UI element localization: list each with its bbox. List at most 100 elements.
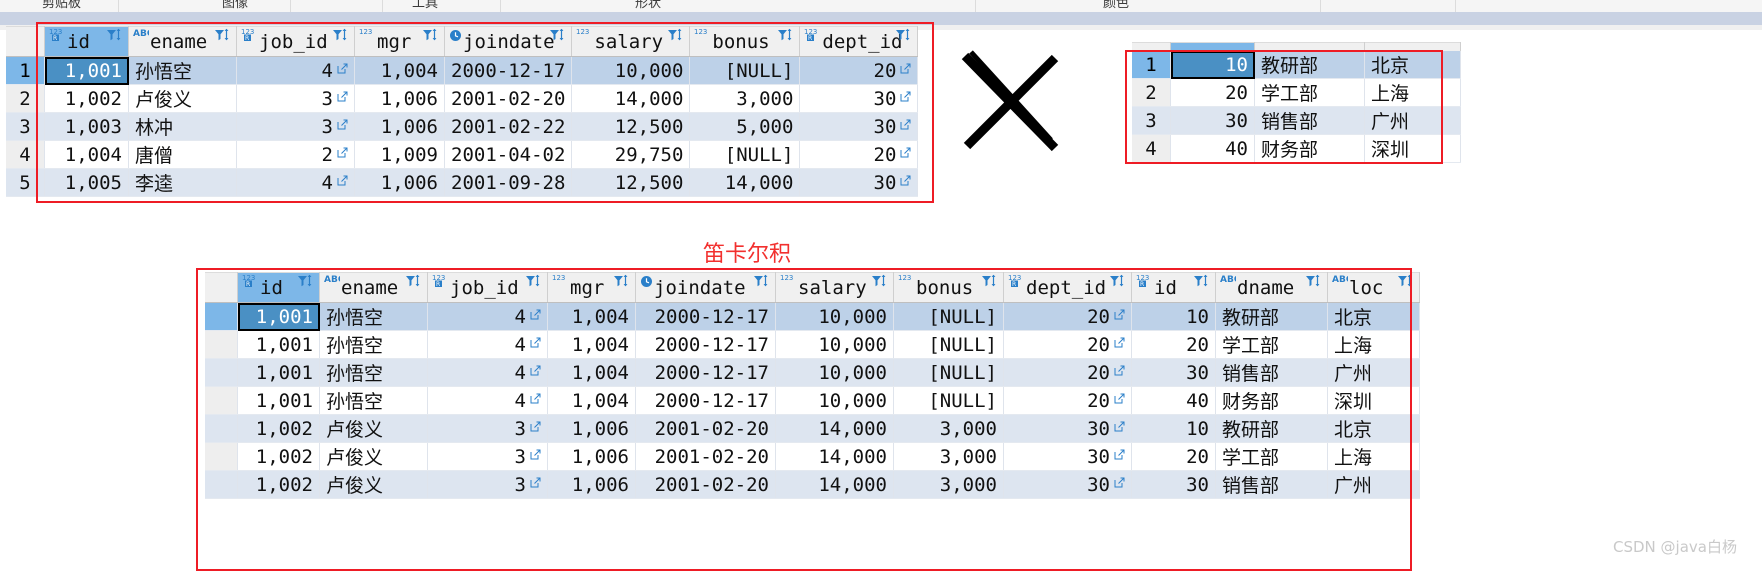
row-number[interactable]: 2 [6, 84, 45, 113]
filter-sort-icon[interactable] [297, 274, 315, 289]
cell-salary[interactable]: 14,000 [775, 470, 894, 499]
cell-joindate[interactable]: 2001-09-28 [444, 168, 573, 197]
menu-item-colors[interactable]: 颜色 [1103, 0, 1129, 11]
filter-sort-icon[interactable] [549, 28, 567, 43]
open-link-icon[interactable] [1114, 477, 1125, 491]
cell-job_id[interactable]: 3 [236, 112, 355, 141]
row-number[interactable]: 3 [1132, 106, 1171, 135]
menu-item-image[interactable]: 图像 [222, 0, 248, 11]
cell-salary[interactable]: 14,000 [571, 84, 691, 113]
open-link-icon[interactable] [530, 477, 541, 491]
cell-salary[interactable]: 10,000 [775, 330, 894, 359]
open-link-icon[interactable] [1114, 337, 1125, 351]
cell-ename[interactable]: 孙悟空 [319, 386, 428, 415]
cell-mgr[interactable]: 1,004 [547, 358, 636, 387]
cell-ename[interactable]: 李逵 [128, 168, 237, 197]
cell-dept-id2[interactable]: 40 [1131, 386, 1216, 415]
table-row[interactable]: 1 10 教研部 北京 [1132, 51, 1461, 79]
table-row[interactable]: 1,001 孙悟空 4 1,004 2000-12-17 10,000 [NULL] 20 10… [205, 302, 1420, 331]
cell-id[interactable]: 1,002 [237, 470, 320, 499]
cell-salary[interactable]: 29,750 [571, 140, 691, 169]
cell-dept-id2[interactable]: 10 [1131, 414, 1216, 443]
cell-id[interactable]: 1,001 [44, 56, 129, 85]
cell-dname[interactable]: 财务部 [1254, 134, 1365, 163]
table-row[interactable]: 5 1,005 李逵 4 1,006 2001-09-28 12,500 14,000 30 [6, 168, 919, 197]
join-column-header-3-mgr[interactable]: 123 mgr [547, 272, 636, 303]
row-number[interactable] [205, 386, 238, 415]
filter-sort-icon[interactable] [1305, 274, 1323, 289]
table-row[interactable]: 3 30 销售部 广州 [1132, 106, 1461, 135]
cell-dname[interactable]: 学工部 [1254, 78, 1365, 107]
dept-column-header-id[interactable] [1170, 42, 1255, 51]
cell-mgr[interactable]: 1,006 [354, 168, 445, 197]
join-column-header-8-id[interactable]: 123 Rid [1131, 272, 1216, 303]
cell-salary[interactable]: 10,000 [571, 56, 691, 85]
cell-bonus[interactable]: [NULL] [893, 330, 1004, 359]
cell-salary[interactable]: 12,500 [571, 112, 691, 141]
open-link-icon[interactable] [1114, 393, 1125, 407]
cell-bonus[interactable]: 14,000 [689, 168, 801, 197]
cell-dname[interactable]: 教研部 [1254, 51, 1365, 79]
open-link-icon[interactable] [900, 63, 911, 77]
open-link-icon[interactable] [337, 147, 348, 161]
cell-ename[interactable]: 孙悟空 [128, 56, 237, 85]
table-row[interactable]: 3 1,003 林冲 3 1,006 2001-02-22 12,500 5,000 30 [6, 112, 919, 141]
cell-joindate[interactable]: 2001-02-20 [635, 470, 776, 499]
cell-joindate[interactable]: 2001-02-20 [444, 84, 573, 113]
cell-dept_id[interactable]: 30 [1003, 470, 1132, 499]
cell-job_id[interactable]: 2 [236, 140, 355, 169]
cell-salary[interactable]: 10,000 [775, 302, 894, 331]
open-link-icon[interactable] [1114, 421, 1125, 435]
cell-job_id[interactable]: 3 [427, 442, 548, 471]
cell-dname[interactable]: 销售部 [1215, 358, 1328, 387]
row-number[interactable]: 1 [1132, 51, 1171, 79]
cell-mgr[interactable]: 1,006 [547, 470, 636, 499]
cell-dname[interactable]: 财务部 [1215, 386, 1328, 415]
cell-id[interactable]: 1,004 [44, 140, 129, 169]
cell-ename[interactable]: 孙悟空 [319, 330, 428, 359]
cell-dept_id[interactable]: 20 [1003, 386, 1132, 415]
cell-loc[interactable]: 广州 [1364, 106, 1461, 135]
cell-id[interactable]: 40 [1170, 134, 1255, 163]
open-link-icon[interactable] [530, 365, 541, 379]
filter-sort-icon[interactable] [422, 28, 440, 43]
filter-sort-icon[interactable] [106, 28, 124, 43]
filter-sort-icon[interactable] [1397, 274, 1415, 289]
join-column-header-2-job_id[interactable]: 123 Rjob_id [427, 272, 548, 303]
cell-ename[interactable]: 卢俊义 [319, 470, 428, 499]
filter-sort-icon[interactable] [1193, 274, 1211, 289]
join-column-header-10-loc[interactable]: ABCloc [1327, 272, 1420, 303]
row-number[interactable]: 2 [1132, 78, 1171, 107]
cell-dept-id2[interactable]: 30 [1131, 358, 1216, 387]
open-link-icon[interactable] [900, 147, 911, 161]
corner-header[interactable] [1132, 42, 1171, 51]
cell-job_id[interactable]: 4 [427, 330, 548, 359]
filter-sort-icon[interactable] [214, 28, 232, 43]
table-row[interactable]: 1,001 孙悟空 4 1,004 2000-12-17 10,000 [NULL] 20 20… [205, 330, 1420, 359]
join-column-header-6-bonus[interactable]: 123 bonus [893, 272, 1004, 303]
row-number[interactable]: 4 [1132, 134, 1171, 163]
cell-mgr[interactable]: 1,006 [354, 112, 445, 141]
cell-loc[interactable]: 上海 [1364, 78, 1461, 107]
cell-ename[interactable]: 孙悟空 [319, 302, 428, 331]
cell-salary[interactable]: 14,000 [775, 442, 894, 471]
table-row[interactable]: 2 1,002 卢俊义 3 1,006 2001-02-20 14,000 3,000 30 [6, 84, 919, 113]
cell-loc[interactable]: 深圳 [1364, 134, 1461, 163]
cell-bonus[interactable]: 5,000 [689, 112, 801, 141]
join-column-header-7-dept_id[interactable]: 123 Rdept_id [1003, 272, 1132, 303]
app-menubar[interactable]: 剪贴板 图像 工具 形状 颜色 [0, 0, 1762, 12]
dept-column-header-dname[interactable] [1254, 42, 1365, 51]
cell-loc[interactable]: 北京 [1364, 51, 1461, 79]
row-number[interactable]: 4 [6, 140, 45, 169]
cell-ename[interactable]: 林冲 [128, 112, 237, 141]
cell-mgr[interactable]: 1,004 [547, 330, 636, 359]
corner-header[interactable] [6, 26, 45, 57]
cell-joindate[interactable]: 2001-02-22 [444, 112, 573, 141]
open-link-icon[interactable] [530, 337, 541, 351]
open-link-icon[interactable] [1114, 309, 1125, 323]
table-row[interactable]: 1,002 卢俊义 3 1,006 2001-02-20 14,000 3,000 30 30 销… [205, 470, 1420, 499]
corner-header[interactable] [205, 272, 238, 303]
filter-sort-icon[interactable] [613, 274, 631, 289]
cell-job_id[interactable]: 4 [236, 56, 355, 85]
row-number[interactable] [205, 330, 238, 359]
